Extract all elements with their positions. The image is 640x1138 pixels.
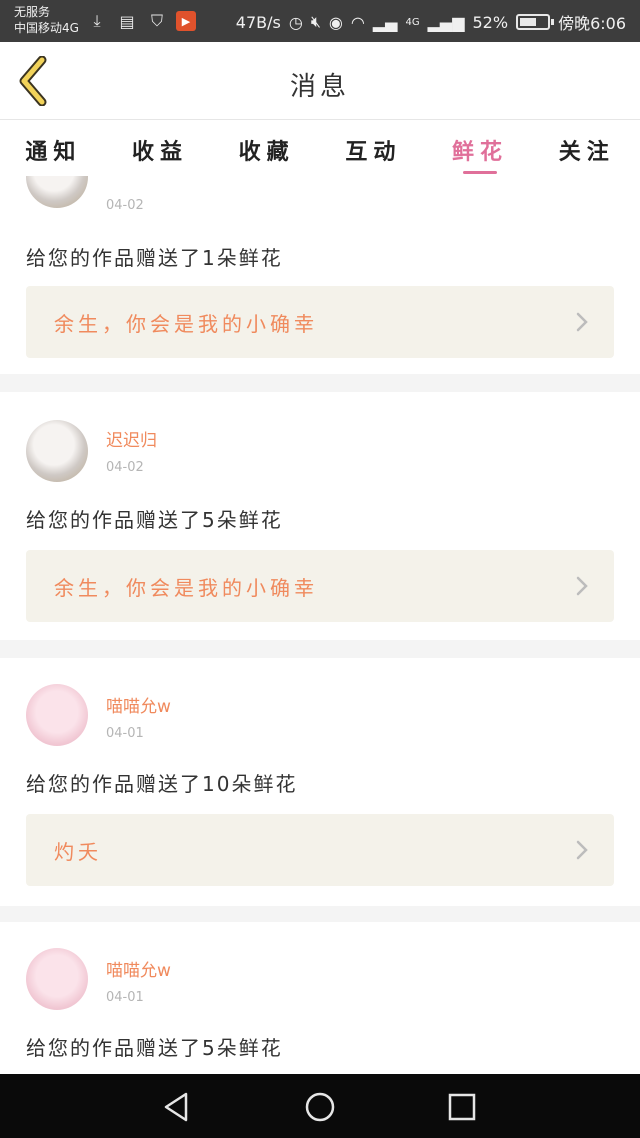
- battery-icon: [516, 14, 555, 30]
- anime-girl-avatar[interactable]: [26, 684, 88, 746]
- network-speed: 47B/s: [235, 12, 281, 32]
- tab-notifications[interactable]: 通知: [0, 120, 107, 176]
- triangle-back-icon[interactable]: [160, 1090, 194, 1124]
- tab-earnings[interactable]: 收益: [107, 120, 214, 176]
- carrier-name: 中国移动4G: [14, 21, 79, 35]
- username[interactable]: 迟迟归: [106, 426, 157, 451]
- chevron-right-icon: [576, 312, 588, 332]
- anime-girl-avatar[interactable]: [26, 948, 88, 1010]
- list-item: 04-02 给您的作品赠送了1朵鲜花 余生，你会是我的小确幸: [0, 176, 640, 374]
- status-bar: 无服务 中国移动4G ⤓ ▤ ⛉ ▶ 47B/s ◷ 🔇︎ ◉ ◠ ▂▄ 4G …: [0, 0, 640, 42]
- list-item: 喵喵允w 04-01 给您的作品赠送了5朵鲜花: [0, 922, 640, 1074]
- page-title: 消息: [289, 72, 350, 102]
- work-link[interactable]: 灼夭: [26, 814, 614, 886]
- no-signal-icon: ▂▄: [372, 12, 398, 32]
- eye-comfort-icon: ◉: [328, 12, 343, 32]
- app-screen: 无服务 中国移动4G ⤓ ▤ ⛉ ▶ 47B/s ◷ 🔇︎ ◉ ◠ ▂▄ 4G …: [0, 0, 640, 1138]
- work-title: 余生，你会是我的小确幸: [54, 576, 318, 600]
- work-title: 余生，你会是我的小确幸: [54, 312, 318, 336]
- notification-icons: ⤓ ▤ ⛉ ▶: [86, 10, 196, 32]
- battery-percent: 52%: [472, 12, 509, 32]
- message-date: 04-02: [106, 460, 144, 475]
- shield-icon: ⛉: [150, 11, 163, 30]
- square-recents-icon[interactable]: [445, 1090, 479, 1124]
- work-link[interactable]: 余生，你会是我的小确幸: [26, 286, 614, 358]
- cat-avatar[interactable]: [26, 420, 88, 482]
- gift-message: 给您的作品赠送了10朵鲜花: [26, 772, 298, 796]
- cat-avatar[interactable]: [26, 176, 88, 208]
- video-app-icon: ▶: [176, 11, 196, 31]
- wifi-icon: ◠: [350, 12, 365, 32]
- tab-flowers[interactable]: 鲜花: [427, 120, 534, 176]
- mute-icon: 🔇︎: [310, 12, 321, 31]
- system-indicators: 47B/s ◷ 🔇︎ ◉ ◠ ▂▄ 4G ▂▄▆ 52% 傍晚6:06: [236, 10, 626, 34]
- message-date: 04-01: [106, 990, 144, 1005]
- tab-following[interactable]: 关注: [533, 120, 640, 176]
- chevron-right-icon: [576, 840, 588, 860]
- header: 消息: [0, 42, 640, 120]
- alarm-icon: ◷: [288, 12, 303, 32]
- clock: 傍晚6:06: [558, 14, 626, 33]
- work-title: 灼夭: [54, 840, 102, 864]
- system-navigation-bar: [0, 1074, 640, 1138]
- tab-interactions[interactable]: 互动: [320, 120, 427, 176]
- username[interactable]: 喵喵允w: [106, 956, 171, 981]
- signal-icon: ▂▄▆: [427, 12, 465, 32]
- work-link[interactable]: 余生，你会是我的小确幸: [26, 550, 614, 622]
- message-date: 04-02: [106, 198, 144, 213]
- username[interactable]: 喵喵允w: [106, 692, 171, 717]
- gift-message: 给您的作品赠送了5朵鲜花: [26, 1036, 283, 1060]
- storage-icon: ▤: [119, 11, 135, 31]
- message-date: 04-01: [106, 726, 144, 741]
- tab-favorites[interactable]: 收藏: [213, 120, 320, 176]
- tab-bar: 通知 收益 收藏 互动 鲜花 关注: [0, 120, 640, 176]
- gift-message: 给您的作品赠送了1朵鲜花: [26, 246, 283, 270]
- circle-home-icon[interactable]: [303, 1090, 337, 1124]
- chevron-right-icon: [576, 576, 588, 596]
- download-icon: ⤓: [93, 11, 101, 30]
- list-item: 喵喵允w 04-01 给您的作品赠送了10朵鲜花 灼夭: [0, 658, 640, 906]
- gift-message: 给您的作品赠送了5朵鲜花: [26, 508, 283, 532]
- carrier-status: 无服务: [14, 5, 51, 19]
- carrier-info: 无服务 中国移动4G: [14, 4, 79, 36]
- list-item: 迟迟归 04-02 给您的作品赠送了5朵鲜花 余生，你会是我的小确幸: [0, 392, 640, 640]
- network-type: 4G: [405, 16, 420, 28]
- flower-message-list[interactable]: 04-02 给您的作品赠送了1朵鲜花 余生，你会是我的小确幸 迟迟归 04-02…: [0, 176, 640, 1074]
